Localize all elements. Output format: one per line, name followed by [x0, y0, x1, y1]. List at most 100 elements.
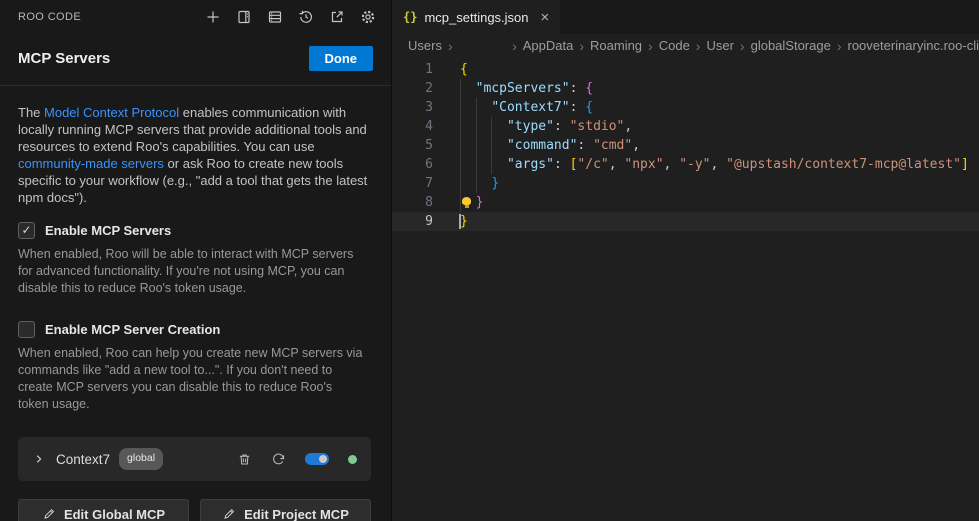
code-line[interactable]: 9} [392, 212, 979, 231]
line-text: } [460, 193, 483, 212]
code-editor[interactable]: 1{2 "mcpServers": {3 "Context7": {4 "typ… [392, 57, 979, 521]
server-scope-badge: global [119, 448, 163, 470]
enable-mcp-servers-checkbox[interactable]: ✓ [18, 222, 35, 239]
code-line[interactable]: 7 } [392, 174, 979, 193]
popout-icon[interactable] [328, 8, 346, 26]
indent-guide [491, 136, 492, 155]
code-token: "stdio" [570, 119, 625, 134]
breadcrumb-item[interactable]: Users [408, 38, 442, 53]
code-token: } [460, 214, 468, 229]
code-token: : [554, 157, 570, 172]
code-token: "-y" [679, 157, 710, 172]
notebook-icon[interactable] [235, 8, 253, 26]
pencil-icon [222, 507, 236, 521]
line-text: "command": "cmd", [460, 136, 640, 155]
line-text: } [460, 212, 468, 231]
gear-icon[interactable] [359, 8, 377, 26]
json-file-icon: {} [403, 10, 417, 24]
code-token: "@upstash/context7-mcp@latest" [726, 157, 961, 172]
enable-mcp-servers-setting: ✓ Enable MCP Servers When enabled, Roo w… [18, 222, 371, 297]
code-token: , [664, 157, 680, 172]
mcp-edit-actions: Edit Global MCP Edit Project MCP [18, 499, 371, 521]
done-button[interactable]: Done [309, 46, 374, 71]
code-token: } [491, 176, 499, 191]
mcp-server-row[interactable]: Context7 global [18, 437, 371, 481]
breadcrumb-item[interactable]: Code [659, 38, 690, 53]
enable-mcp-creation-setting: Enable MCP Server Creation When enabled,… [18, 321, 371, 413]
code-line[interactable]: 8 } [392, 193, 979, 212]
code-token: : [554, 119, 570, 134]
indent-guide [476, 117, 477, 136]
panel-brand: ROO CODE [18, 11, 81, 23]
code-token: { [460, 62, 468, 77]
code-token: , [609, 157, 625, 172]
model-context-protocol-link[interactable]: Model Context Protocol [44, 105, 179, 120]
line-text: "Context7": { [460, 98, 593, 117]
line-text: "mcpServers": { [460, 79, 593, 98]
text-cursor [459, 214, 461, 229]
enable-mcp-servers-label: Enable MCP Servers [45, 222, 171, 239]
code-token: } [476, 195, 484, 210]
line-text: "args": ["/c", "npx", "-y", "@upstash/co… [460, 155, 969, 174]
lightbulb-icon[interactable] [462, 197, 471, 205]
code-line[interactable]: 5 "command": "cmd", [392, 136, 979, 155]
breadcrumb-separator: › [696, 38, 701, 54]
line-number: 9 [392, 212, 433, 231]
server-icon[interactable] [266, 8, 284, 26]
breadcrumb-item[interactable]: Roaming [590, 38, 642, 53]
page-title: MCP Servers [18, 50, 110, 67]
code-line[interactable]: 3 "Context7": { [392, 98, 979, 117]
breadcrumb-separator: › [837, 38, 842, 54]
tab-filename: mcp_settings.json [424, 10, 528, 25]
code-token: "/c" [577, 157, 608, 172]
community-made-servers-link[interactable]: community-made servers [18, 156, 164, 171]
trash-icon[interactable] [237, 452, 252, 467]
indent-guide [491, 155, 492, 174]
breadcrumb-item[interactable]: AppData [523, 38, 574, 53]
intro-text: The [18, 105, 44, 120]
code-token: : [577, 138, 593, 153]
indent-guide [460, 136, 461, 155]
code-line[interactable]: 6 "args": ["/c", "npx", "-y", "@upstash/… [392, 155, 979, 174]
refresh-icon[interactable] [271, 452, 286, 467]
code-line[interactable]: 4 "type": "stdio", [392, 117, 979, 136]
code-token: { [585, 100, 593, 115]
code-line[interactable]: 1{ [392, 60, 979, 79]
indent-guide [476, 98, 477, 117]
breadcrumb-separator: › [512, 38, 517, 54]
panel-titlebar: MCP Servers Done [0, 34, 391, 86]
close-icon[interactable]: × [541, 10, 550, 25]
line-text: "type": "stdio", [460, 117, 632, 136]
panel-content: The Model Context Protocol enables commu… [0, 86, 391, 521]
breadcrumb-item[interactable]: User [706, 38, 733, 53]
enable-mcp-creation-checkbox[interactable] [18, 321, 35, 338]
breadcrumb-separator: › [448, 38, 453, 54]
server-name: Context7 [56, 451, 110, 468]
breadcrumb-item[interactable]: globalStorage [751, 38, 831, 53]
code-token: "args" [507, 157, 554, 172]
breadcrumb-item[interactable]: rooveterinaryinc.roo-cli [848, 38, 979, 53]
line-number: 8 [392, 193, 433, 212]
server-status-dot [348, 455, 357, 464]
indent-guide [476, 174, 477, 193]
plus-icon[interactable] [204, 8, 222, 26]
chevron-right-icon[interactable] [32, 452, 46, 466]
server-row-actions [237, 452, 357, 467]
indent-guide [460, 79, 461, 98]
line-number: 5 [392, 136, 433, 155]
edit-global-mcp-button[interactable]: Edit Global MCP [18, 499, 189, 521]
code-line[interactable]: 2 "mcpServers": { [392, 79, 979, 98]
tab-mcp-settings[interactable]: {} mcp_settings.json × [392, 0, 560, 34]
line-number: 4 [392, 117, 433, 136]
server-enabled-toggle[interactable] [305, 453, 329, 465]
editor-pane: {} mcp_settings.json × Users › › AppData › Ro… [392, 0, 979, 521]
breadcrumb-separator: › [740, 38, 745, 54]
history-icon[interactable] [297, 8, 315, 26]
breadcrumb-separator: › [579, 38, 584, 54]
code-token: "npx" [624, 157, 663, 172]
line-number: 2 [392, 79, 433, 98]
indent-guide [491, 117, 492, 136]
edit-project-mcp-button[interactable]: Edit Project MCP [200, 499, 371, 521]
code-token: "Context7" [491, 100, 569, 115]
enable-mcp-creation-description: When enabled, Roo can help you create ne… [18, 345, 364, 413]
